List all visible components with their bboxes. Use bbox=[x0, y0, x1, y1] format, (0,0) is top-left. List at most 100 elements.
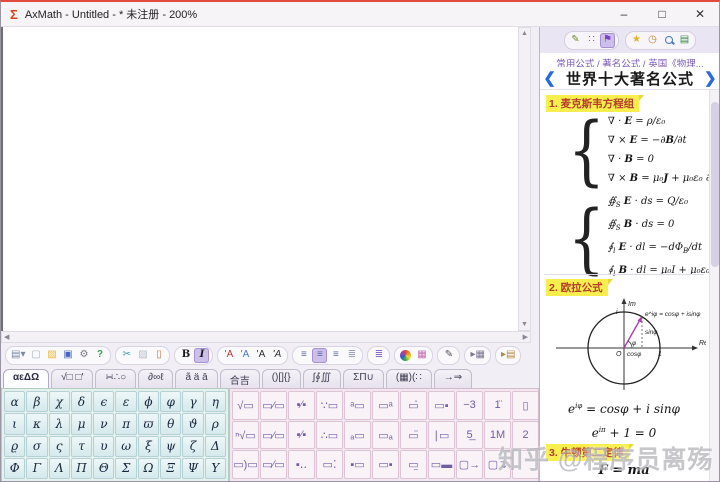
open-button[interactable]: ▨ bbox=[44, 348, 59, 363]
template-cell[interactable]: ₐ▭ bbox=[344, 421, 371, 450]
paste-button[interactable]: ▯ bbox=[151, 348, 166, 363]
euler-equations[interactable]: eiφ = cosφ + i sinφeiπ + 1 = 0 bbox=[540, 396, 708, 444]
formula-library-panel-button[interactable]: ⚑ bbox=[600, 33, 615, 48]
new-button[interactable]: ▤▾ bbox=[9, 348, 27, 363]
template-cell[interactable]: ∴▭ bbox=[316, 421, 343, 450]
template-cell[interactable]: ▭ₐ bbox=[372, 421, 399, 450]
greek-symbol-cell[interactable]: Γ bbox=[26, 458, 47, 479]
template-cell[interactable]: √▭ bbox=[232, 391, 259, 420]
formula[interactable]: eiπ + 1 = 0 bbox=[540, 420, 708, 444]
greek-symbol-cell[interactable]: μ bbox=[71, 413, 92, 434]
canvas-horizontal-scrollbar[interactable]: ◀ ▶ bbox=[1, 331, 531, 343]
formula[interactable]: eiφ = cosφ + i sinφ bbox=[540, 396, 708, 420]
template-cell[interactable]: ∵▭ bbox=[316, 391, 343, 420]
new-from-template-button[interactable]: ▢ bbox=[28, 348, 43, 363]
formula[interactable]: ∇ × B = μ₀J + μ₀ε₀ ∂E/∂t bbox=[608, 169, 720, 188]
greek-symbol-cell[interactable]: Ω bbox=[138, 458, 159, 479]
greek-symbol-cell[interactable]: ε bbox=[115, 391, 136, 412]
greek-symbol-cell[interactable]: Φ bbox=[4, 458, 25, 479]
template-cell[interactable]: ▭▬ bbox=[428, 450, 455, 479]
font-math-button[interactable]: 'A bbox=[237, 348, 252, 363]
formula[interactable]: ∇ · E = ρ/ε₀ bbox=[608, 112, 720, 131]
library-book-button[interactable]: ▤ bbox=[677, 33, 692, 48]
template-cell[interactable]: ▭∕▭ bbox=[260, 450, 287, 479]
greek-symbol-cell[interactable]: η bbox=[205, 391, 226, 412]
align-left-button[interactable]: ≡ bbox=[296, 348, 311, 363]
template-cell[interactable]: ▭⁄▭ bbox=[260, 421, 287, 450]
sidebar-scrollbar-thumb[interactable] bbox=[711, 102, 719, 267]
formula[interactable]: ∇ × E = −∂B/∂t bbox=[608, 131, 720, 150]
template-cell[interactable]: ▪▭ bbox=[344, 450, 371, 479]
greek-symbol-cell[interactable]: β bbox=[26, 391, 47, 412]
greek-symbol-cell[interactable]: ϖ bbox=[138, 413, 159, 434]
help-button[interactable]: ? bbox=[92, 348, 107, 363]
template-cell[interactable]: ᵃ▭ bbox=[344, 391, 371, 420]
palette-tab-5[interactable]: 合吉 bbox=[220, 369, 260, 388]
sidebar-scrollbar[interactable] bbox=[709, 90, 720, 482]
greek-symbol-cell[interactable]: φ bbox=[160, 391, 181, 412]
greek-symbol-cell[interactable]: Θ bbox=[93, 458, 114, 479]
favorites-button[interactable]: ★ bbox=[629, 33, 644, 48]
breadcrumb[interactable]: 常用公式 / 著名公式 / 英国《物理... bbox=[540, 53, 720, 67]
template-cell[interactable]: ▭▪ bbox=[428, 391, 455, 420]
next-page-chevron[interactable]: ❯ bbox=[704, 69, 717, 87]
palette-tab-1[interactable]: √□ □' bbox=[51, 369, 93, 388]
greek-symbol-cell[interactable]: ν bbox=[93, 413, 114, 434]
greek-symbol-cell[interactable]: Π bbox=[71, 458, 92, 479]
cut-button[interactable]: ✂ bbox=[119, 348, 134, 363]
palette-tab-8[interactable]: ΣΠ∪ bbox=[343, 369, 384, 388]
greek-symbol-cell[interactable]: ζ bbox=[182, 436, 203, 457]
greek-symbol-cell[interactable]: Σ bbox=[115, 458, 136, 479]
greek-symbol-cell[interactable]: θ bbox=[160, 413, 181, 434]
numbering-button[interactable]: ≣ bbox=[371, 348, 386, 363]
prev-page-chevron[interactable]: ❮ bbox=[543, 69, 556, 87]
scroll-down-icon[interactable]: ▼ bbox=[521, 321, 528, 328]
greek-symbol-cell[interactable]: α bbox=[4, 391, 25, 412]
font-text-button[interactable]: 'A bbox=[221, 348, 236, 363]
template-cell[interactable]: ▪⁄▪ bbox=[288, 391, 315, 420]
template-cell[interactable]: −3 bbox=[456, 391, 483, 420]
greek-symbol-cell[interactable]: Δ bbox=[205, 436, 226, 457]
greek-symbol-cell[interactable]: Ψ bbox=[182, 458, 203, 479]
insert-library-button[interactable]: ▸▤ bbox=[499, 348, 517, 363]
greek-symbol-cell[interactable]: ψ bbox=[160, 436, 181, 457]
template-cell[interactable]: ▭)▭ bbox=[232, 450, 259, 479]
template-cell[interactable]: ▯ bbox=[512, 391, 539, 420]
greek-symbol-cell[interactable]: ς bbox=[49, 436, 70, 457]
maxwell-differential-system[interactable]: { ∇ · E = ρ/ε₀∇ × E = −∂B/∂t∇ · B = 0∇ ×… bbox=[568, 112, 720, 188]
template-cell[interactable]: ⁿ√▭ bbox=[232, 421, 259, 450]
formula[interactable]: F = ma bbox=[540, 460, 708, 481]
maxwell-integral-system[interactable]: { ∯S E · ds = Q/ε₀∯S B · ds = 0∮l E · dl… bbox=[568, 192, 720, 284]
template-cell[interactable]: ▪‥ bbox=[288, 450, 315, 479]
greek-symbol-cell[interactable]: π bbox=[115, 413, 136, 434]
minimize-button[interactable]: – bbox=[605, 2, 643, 26]
template-cell[interactable]: ▢↴ bbox=[484, 450, 511, 479]
template-cell[interactable]: ▭̈ bbox=[400, 421, 427, 450]
greek-symbol-cell[interactable]: σ bbox=[26, 436, 47, 457]
template-cell[interactable]: ▭ᵃ bbox=[372, 391, 399, 420]
align-justify-button[interactable]: ≣ bbox=[344, 348, 359, 363]
insert-table-button[interactable]: ▸▦ bbox=[468, 348, 486, 363]
greek-symbol-cell[interactable]: ω bbox=[115, 436, 136, 457]
newton-equation[interactable]: F = ma bbox=[540, 460, 708, 481]
search-button[interactable] bbox=[661, 33, 676, 48]
font-italic-button[interactable]: 'A bbox=[269, 348, 284, 363]
handwrite-panel-button[interactable]: ✎ bbox=[568, 33, 583, 48]
greek-symbol-cell[interactable]: Υ bbox=[205, 458, 226, 479]
bold-button[interactable]: B bbox=[178, 348, 193, 363]
template-cell[interactable]: ▭⁄▭ bbox=[260, 391, 287, 420]
template-cell[interactable]: ▭̤ bbox=[400, 450, 427, 479]
scroll-left-icon[interactable]: ◀ bbox=[4, 333, 9, 341]
equation-canvas[interactable] bbox=[1, 27, 518, 331]
greek-symbol-cell[interactable]: Ξ bbox=[160, 458, 181, 479]
greek-symbol-cell[interactable]: χ bbox=[49, 391, 70, 412]
greek-symbol-cell[interactable]: ϵ bbox=[93, 391, 114, 412]
formula[interactable]: ∮l E · dl = −dΦB/dt bbox=[608, 238, 720, 261]
color-wheel-button[interactable] bbox=[398, 348, 413, 363]
greek-symbol-cell[interactable]: Λ bbox=[49, 458, 70, 479]
copy-button[interactable]: ▨ bbox=[135, 348, 150, 363]
font-roman-button[interactable]: 'A bbox=[253, 348, 268, 363]
formula[interactable]: ∮l B · dl = μ₀I + μ₀ε₀ dΦE/dt bbox=[608, 261, 720, 284]
formula[interactable]: ∇ · B = 0 bbox=[608, 150, 720, 169]
template-cell[interactable]: ▢→ bbox=[456, 450, 483, 479]
